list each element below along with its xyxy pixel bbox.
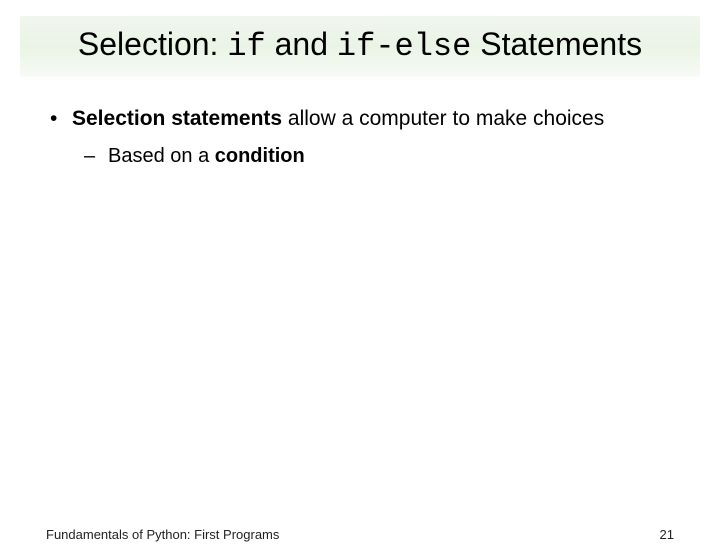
sub-bullet-strong: condition <box>215 145 305 167</box>
slide-body: Selection statements allow a computer to… <box>0 77 720 170</box>
title-pre: Selection: <box>78 26 227 62</box>
slide-title-band: Selection: if and if-else Statements <box>20 16 700 77</box>
list-item: Selection statements allow a computer to… <box>46 105 674 170</box>
sub-bullet-list: Based on a condition <box>72 143 674 170</box>
bullet1-rest: allow a computer to make choices <box>282 107 604 130</box>
bullet1-strong: Selection statements <box>72 107 282 130</box>
sub-bullet-pre: Based on a <box>108 145 215 167</box>
list-item: Based on a condition <box>80 143 674 170</box>
title-post: Statements <box>471 26 642 62</box>
bullet-list: Selection statements allow a computer to… <box>46 105 674 170</box>
slide-title: Selection: if and if-else Statements <box>30 24 690 67</box>
title-code-if: if <box>227 28 265 65</box>
title-code-ifelse: if-else <box>337 28 471 65</box>
title-mid: and <box>266 26 337 62</box>
